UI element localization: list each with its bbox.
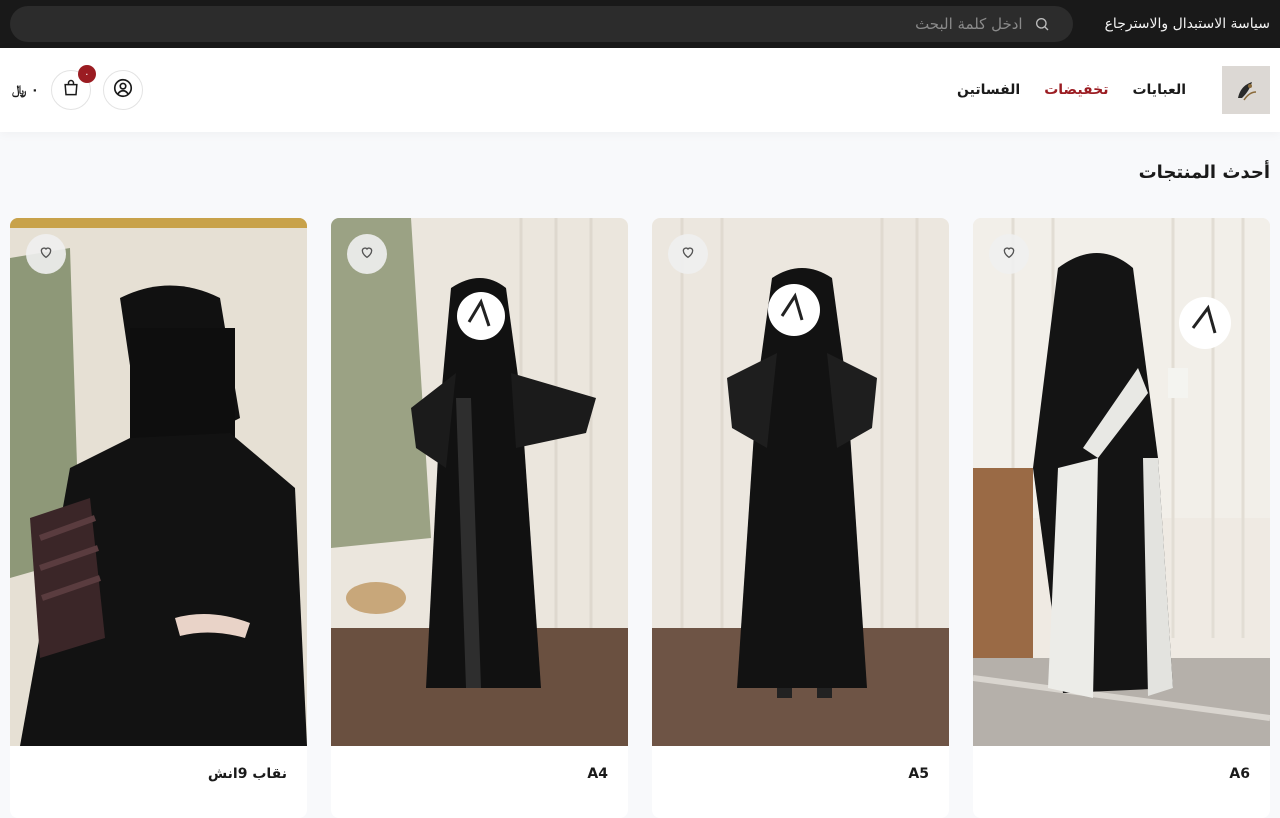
product-name[interactable]: A5 <box>908 766 929 782</box>
wishlist-button[interactable] <box>989 234 1029 274</box>
account-button[interactable] <box>102 70 143 110</box>
heart-icon <box>38 244 54 264</box>
product-card[interactable]: A6 <box>973 218 1270 818</box>
main-header: العبايات تخفيضات الفساتين ٠ ﷼ ٠ <box>0 48 1280 132</box>
product-grid: A6 A5 A4 نقاب 9انش <box>10 218 1270 818</box>
cart-count-badge: ٠ <box>77 65 96 83</box>
heart-icon <box>359 244 375 264</box>
search-box[interactable] <box>10 6 1073 42</box>
product-card[interactable]: نقاب 9انش <box>10 218 307 818</box>
cart-total: ٠ ﷼ <box>12 82 39 98</box>
nav-item-abayas[interactable]: العبايات <box>1132 82 1186 98</box>
user-icon <box>112 77 134 103</box>
wishlist-button[interactable] <box>26 234 66 274</box>
return-policy-link[interactable]: سياسة الاستبدال والاسترجاع <box>1105 16 1270 32</box>
nav-item-sale[interactable]: تخفيضات <box>1044 82 1108 98</box>
header-left: ٠ ﷼ ٠ <box>10 65 143 110</box>
product-card[interactable]: A4 <box>331 218 628 818</box>
product-name[interactable]: A4 <box>587 766 608 782</box>
cart-button[interactable]: ٠ <box>50 65 96 110</box>
search-icon[interactable] <box>1033 15 1051 33</box>
nav-item-dresses[interactable]: الفساتين <box>957 82 1020 98</box>
product-name[interactable]: نقاب 9انش <box>208 766 287 782</box>
product-card[interactable]: A5 <box>652 218 949 818</box>
product-image[interactable] <box>10 218 307 746</box>
product-image[interactable] <box>652 218 949 746</box>
product-image[interactable] <box>331 218 628 746</box>
top-bar: سياسة الاستبدال والاسترجاع <box>0 0 1280 48</box>
section-title: أحدث المنتجات <box>1138 162 1270 183</box>
shopping-bag-icon <box>61 78 81 102</box>
search-input[interactable] <box>32 15 1023 33</box>
main-nav: العبايات تخفيضات الفساتين <box>957 82 1186 98</box>
store-logo[interactable] <box>1222 66 1270 114</box>
product-image[interactable] <box>973 218 1270 746</box>
wishlist-button[interactable] <box>347 234 387 274</box>
heart-icon <box>1001 244 1017 264</box>
heart-icon <box>680 244 696 264</box>
product-name[interactable]: A6 <box>1229 766 1250 782</box>
wishlist-button[interactable] <box>668 234 708 274</box>
header-right: العبايات تخفيضات الفساتين <box>957 66 1270 114</box>
